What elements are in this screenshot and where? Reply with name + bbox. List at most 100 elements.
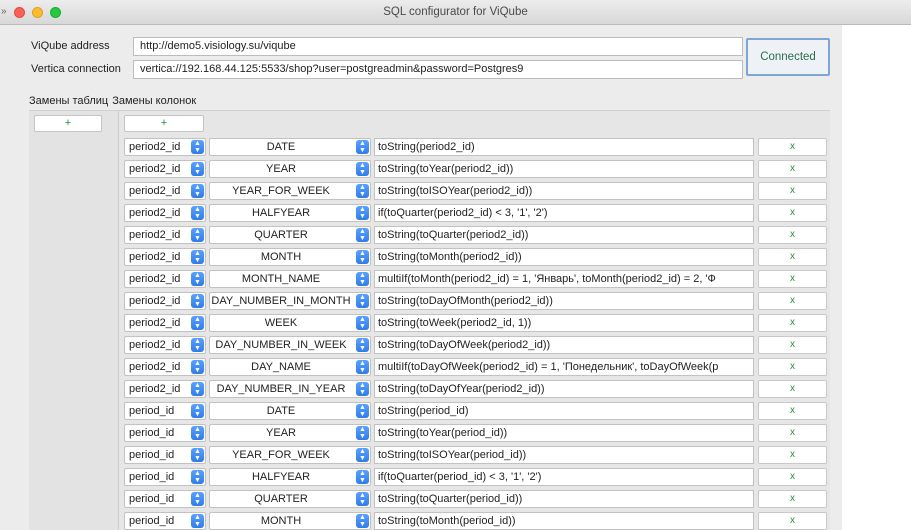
- column-select[interactable]: DAY_NUMBER_IN_MONTH ▲ ▼: [209, 292, 371, 310]
- table-select[interactable]: period2_id ▲ ▼: [124, 248, 206, 266]
- column-select[interactable]: WEEK ▲ ▼: [209, 314, 371, 332]
- chevron-updown-icon: ▲ ▼: [356, 184, 369, 198]
- column-select-value: YEAR: [266, 163, 296, 175]
- expression-input[interactable]: toString(toWeek(period2_id, 1)): [374, 314, 754, 332]
- column-select[interactable]: YEAR_FOR_WEEK ▲ ▼: [209, 446, 371, 464]
- column-select[interactable]: DATE ▲ ▼: [209, 138, 371, 156]
- remove-row-button[interactable]: x: [758, 468, 827, 486]
- column-select[interactable]: MONTH_NAME ▲ ▼: [209, 270, 371, 288]
- remove-row-button[interactable]: x: [758, 226, 827, 244]
- tab-column-replacements[interactable]: Замены колонок: [112, 95, 196, 107]
- chevron-updown-icon: ▲ ▼: [191, 184, 204, 198]
- viqube-address-input[interactable]: http://demo5.visiology.su/viqube: [133, 37, 743, 56]
- vertica-connection-input[interactable]: vertica://192.168.44.125:5533/shop?user=…: [133, 60, 743, 79]
- remove-row-button[interactable]: x: [758, 248, 827, 266]
- column-select[interactable]: QUARTER ▲ ▼: [209, 490, 371, 508]
- remove-row-button[interactable]: x: [758, 336, 827, 354]
- column-select[interactable]: HALFYEAR ▲ ▼: [209, 204, 371, 222]
- remove-row-button[interactable]: x: [758, 358, 827, 376]
- expression-input[interactable]: toString(toISOYear(period2_id)): [374, 182, 754, 200]
- expression-input[interactable]: multiIf(toMonth(period2_id) = 1, 'Январь…: [374, 270, 754, 288]
- remove-row-button[interactable]: x: [758, 402, 827, 420]
- table-select[interactable]: period_id ▲ ▼: [124, 468, 206, 486]
- column-select[interactable]: DAY_NUMBER_IN_YEAR ▲ ▼: [209, 380, 371, 398]
- column-select[interactable]: HALFYEAR ▲ ▼: [209, 468, 371, 486]
- remove-row-button[interactable]: x: [758, 204, 827, 222]
- expression-input[interactable]: toString(toQuarter(period_id)): [374, 490, 754, 508]
- table-select-value: period_id: [129, 449, 175, 461]
- column-select-value: DATE: [266, 405, 296, 417]
- table-select[interactable]: period2_id ▲ ▼: [124, 380, 206, 398]
- remove-row-button[interactable]: x: [758, 292, 827, 310]
- table-select-value: period2_id: [129, 251, 181, 263]
- chevron-updown-icon: ▲ ▼: [356, 206, 369, 220]
- column-select[interactable]: QUARTER ▲ ▼: [209, 226, 371, 244]
- expression-input[interactable]: toString(toDayOfWeek(period2_id)): [374, 336, 754, 354]
- chevron-updown-icon: ▲ ▼: [356, 294, 369, 308]
- table-select[interactable]: period2_id ▲ ▼: [124, 358, 206, 376]
- right-blank-area: [842, 25, 911, 530]
- add-table-replacement-button[interactable]: +: [34, 115, 102, 132]
- chevron-updown-icon: ▲ ▼: [191, 382, 204, 396]
- remove-row-button[interactable]: x: [758, 380, 827, 398]
- table-select[interactable]: period2_id ▲ ▼: [124, 314, 206, 332]
- replacement-row: period2_id ▲ ▼ MONTH_NAME ▲ ▼ multiIf(toMonth(…: [29, 268, 830, 290]
- table-select[interactable]: period2_id ▲ ▼: [124, 336, 206, 354]
- table-select[interactable]: period2_id ▲ ▼: [124, 160, 206, 178]
- tab-table-replacements[interactable]: Замены таблиц: [29, 95, 108, 107]
- remove-row-button[interactable]: x: [758, 270, 827, 288]
- title-bar: » SQL configurator for ViQube: [0, 0, 911, 25]
- column-select[interactable]: DATE ▲ ▼: [209, 402, 371, 420]
- column-select[interactable]: YEAR ▲ ▼: [209, 424, 371, 442]
- column-select[interactable]: YEAR ▲ ▼: [209, 160, 371, 178]
- chevron-updown-icon: ▲ ▼: [356, 514, 369, 528]
- expression-input[interactable]: if(toQuarter(period2_id) < 3, '1', '2'): [374, 204, 754, 222]
- table-select[interactable]: period_id ▲ ▼: [124, 490, 206, 508]
- remove-row-button[interactable]: x: [758, 424, 827, 442]
- table-select-value: period2_id: [129, 361, 181, 373]
- remove-row-button[interactable]: x: [758, 490, 827, 508]
- remove-row-button[interactable]: x: [758, 446, 827, 464]
- column-select[interactable]: DAY_NUMBER_IN_WEEK ▲ ▼: [209, 336, 371, 354]
- expression-input[interactable]: multiIf(toDayOfWeek(period2_id) = 1, 'По…: [374, 358, 754, 376]
- expression-input[interactable]: toString(toQuarter(period2_id)): [374, 226, 754, 244]
- add-column-replacement-button[interactable]: +: [124, 115, 204, 132]
- window-content: ViQube address http://demo5.visiology.su…: [0, 25, 911, 530]
- expression-input[interactable]: toString(toISOYear(period_id)): [374, 446, 754, 464]
- expression-input[interactable]: toString(toDayOfYear(period2_id)): [374, 380, 754, 398]
- expression-input[interactable]: toString(toMonth(period2_id)): [374, 248, 754, 266]
- connected-button[interactable]: Connected: [746, 38, 830, 76]
- chevron-updown-icon: ▲ ▼: [356, 448, 369, 462]
- column-select[interactable]: MONTH ▲ ▼: [209, 248, 371, 266]
- expression-input[interactable]: toString(period2_id): [374, 138, 754, 156]
- table-select[interactable]: period2_id ▲ ▼: [124, 226, 206, 244]
- table-select[interactable]: period2_id ▲ ▼: [124, 138, 206, 156]
- expression-input[interactable]: toString(toDayOfMonth(period2_id)): [374, 292, 754, 310]
- expression-input[interactable]: if(toQuarter(period_id) < 3, '1', '2'): [374, 468, 754, 486]
- remove-row-button[interactable]: x: [758, 314, 827, 332]
- remove-row-button[interactable]: x: [758, 512, 827, 530]
- table-select[interactable]: period2_id ▲ ▼: [124, 270, 206, 288]
- table-select[interactable]: period_id ▲ ▼: [124, 446, 206, 464]
- column-select[interactable]: YEAR_FOR_WEEK ▲ ▼: [209, 182, 371, 200]
- table-select[interactable]: period_id ▲ ▼: [124, 512, 206, 530]
- expression-input[interactable]: toString(period_id): [374, 402, 754, 420]
- table-select[interactable]: period_id ▲ ▼: [124, 402, 206, 420]
- replacement-row: period2_id ▲ ▼ WEEK ▲ ▼ toString(toWeek(period…: [29, 312, 830, 334]
- chevron-updown-icon: ▲ ▼: [191, 514, 204, 528]
- remove-row-button[interactable]: x: [758, 160, 827, 178]
- expression-input[interactable]: toString(toMonth(period_id)): [374, 512, 754, 530]
- table-select-value: period2_id: [129, 229, 181, 241]
- chevron-updown-icon: ▲ ▼: [356, 382, 369, 396]
- expression-input[interactable]: toString(toYear(period2_id)): [374, 160, 754, 178]
- table-select[interactable]: period2_id ▲ ▼: [124, 292, 206, 310]
- table-select[interactable]: period2_id ▲ ▼: [124, 182, 206, 200]
- table-select[interactable]: period2_id ▲ ▼: [124, 204, 206, 222]
- column-select[interactable]: DAY_NAME ▲ ▼: [209, 358, 371, 376]
- column-select[interactable]: MONTH ▲ ▼: [209, 512, 371, 530]
- remove-row-button[interactable]: x: [758, 182, 827, 200]
- remove-row-button[interactable]: x: [758, 138, 827, 156]
- table-select[interactable]: period_id ▲ ▼: [124, 424, 206, 442]
- chevron-updown-icon: ▲ ▼: [356, 470, 369, 484]
- expression-input[interactable]: toString(toYear(period_id)): [374, 424, 754, 442]
